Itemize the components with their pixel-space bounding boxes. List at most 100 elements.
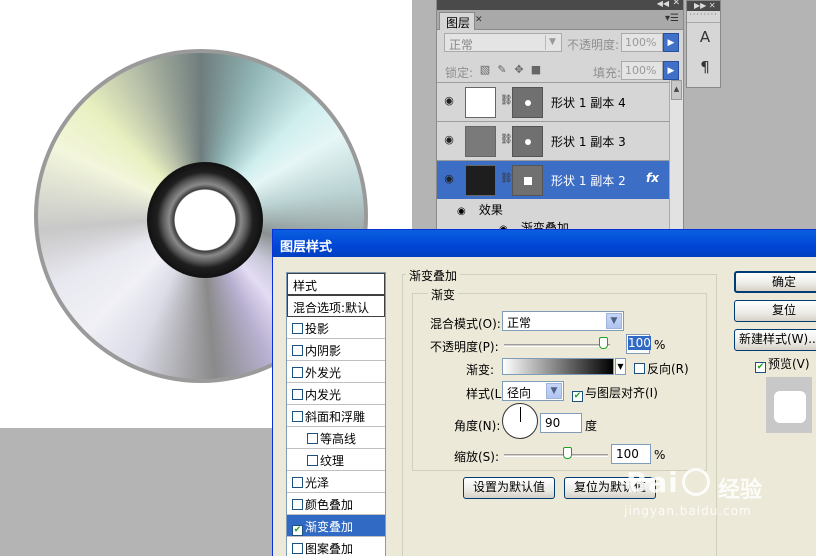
lock-brush-icon[interactable]: ✎ <box>496 64 508 76</box>
opacity-arrow-icon[interactable]: ▶ <box>663 33 679 52</box>
blend-mode-select[interactable]: 正常 ▼ <box>444 33 562 52</box>
style-checkbox[interactable]: ✔ <box>292 525 303 536</box>
scale-unit: % <box>654 448 666 462</box>
layer-row[interactable]: ◉ ⛓ 形状 1 副本 4 <box>437 82 683 121</box>
opacity-slider-thumb[interactable] <box>599 337 608 349</box>
style-checkbox[interactable] <box>292 367 303 378</box>
tab-layers[interactable]: 图层 <box>439 12 475 30</box>
make-default-button[interactable]: 设置为默认值 <box>463 477 555 499</box>
vector-mask-thumbnail[interactable] <box>512 87 543 118</box>
fill-arrow-icon[interactable]: ▶ <box>663 61 679 80</box>
tab-close-icon[interactable]: ✕ <box>475 15 483 25</box>
style-item-label: 内阴影 <box>305 344 342 358</box>
style-item[interactable]: 内发光 <box>287 383 385 405</box>
layer-thumbnail <box>465 126 496 157</box>
gradient-swatch[interactable] <box>502 358 614 375</box>
opacity-label: 不透明度: <box>567 38 620 52</box>
chevron-down-icon[interactable]: ▼ <box>615 358 626 375</box>
collapse-icon[interactable]: ◀◀ <box>657 0 669 8</box>
style-checkbox[interactable] <box>292 411 303 422</box>
style-checkbox[interactable] <box>292 477 303 488</box>
blend-mode-combo[interactable]: 正常 ▼ <box>502 311 624 331</box>
reverse-check-box[interactable] <box>634 363 645 374</box>
cd-center-ring <box>147 162 263 278</box>
grip-icon[interactable]: ········ <box>687 11 720 23</box>
panel-menu-icon[interactable]: ▾☰ <box>665 13 679 24</box>
angle-label: 角度(N): <box>454 419 501 433</box>
layer-name: 形状 1 副本 2 <box>551 174 626 188</box>
style-checkbox[interactable] <box>292 543 303 554</box>
link-icon[interactable]: ⛓ <box>500 134 513 148</box>
angle-unit: 度 <box>585 419 598 433</box>
link-icon[interactable]: ⛓ <box>500 95 513 109</box>
ok-button[interactable]: 确定 <box>734 271 816 293</box>
paragraph-icon[interactable]: ¶ <box>695 58 715 78</box>
style-item[interactable]: 投影 <box>287 317 385 339</box>
scale-slider[interactable] <box>504 454 608 457</box>
panel-title-bar: ◀◀ ✕ <box>437 0 683 10</box>
style-item[interactable]: 纹理 <box>287 449 385 471</box>
style-item[interactable]: ✔ 渐变叠加 <box>287 515 385 537</box>
scroll-up-icon[interactable]: ▲ <box>671 80 682 100</box>
preview-label: 预览(V) <box>768 357 810 371</box>
styles-header[interactable]: 样式 <box>287 273 385 295</box>
align-check-box[interactable]: ✔ <box>572 391 583 402</box>
align-label: 与图层对齐(I) <box>585 386 658 400</box>
style-checkbox[interactable] <box>292 323 303 334</box>
blend-mode-value: 正常 <box>449 38 474 52</box>
style-combo[interactable]: 径向 ▼ <box>502 381 564 401</box>
style-item-label: 纹理 <box>320 454 345 468</box>
fill-field[interactable]: 100% <box>621 61 663 80</box>
scale-slider-thumb[interactable] <box>563 447 572 459</box>
preview-check-box[interactable]: ✔ <box>755 362 766 373</box>
reverse-checkbox[interactable]: 反向(R) <box>634 360 689 377</box>
style-item[interactable]: 外发光 <box>287 361 385 383</box>
style-item[interactable]: 图案叠加 <box>287 537 385 556</box>
link-icon[interactable]: ⛓ <box>500 173 513 187</box>
panel-dock-strip: ▶▶ ✕ ········ A ¶ <box>686 0 721 88</box>
character-icon[interactable]: A <box>695 28 715 48</box>
blend-options-item[interactable]: 混合选项:默认 <box>287 295 385 317</box>
opacity-field[interactable]: 100% <box>621 33 663 52</box>
effects-row[interactable]: ◉ 效果 <box>457 201 503 219</box>
layer-row[interactable]: ◉ ⛓ 形状 1 副本 3 <box>437 121 683 160</box>
lock-move-icon[interactable]: ✥ <box>513 64 525 76</box>
layers-scrollbar[interactable]: ▲ <box>669 80 683 236</box>
angle-input[interactable]: 90 <box>540 413 582 433</box>
eye-icon[interactable]: ◉ <box>441 133 457 147</box>
style-item[interactable]: 内阴影 <box>287 339 385 361</box>
style-item[interactable]: 颜色叠加 <box>287 493 385 515</box>
angle-dial[interactable] <box>502 403 538 439</box>
style-checkbox[interactable] <box>307 455 318 466</box>
style-item[interactable]: 光泽 <box>287 471 385 493</box>
scale-label: 缩放(S): <box>454 450 500 464</box>
preview-checkbox[interactable]: ✔ 预览(V) <box>755 355 810 373</box>
style-item-label: 等高线 <box>320 432 357 446</box>
style-checkbox[interactable] <box>292 345 303 356</box>
style-checkbox[interactable] <box>307 433 318 444</box>
opacity-slider[interactable] <box>504 344 610 347</box>
align-checkbox[interactable]: ✔ 与图层对齐(I) <box>572 384 658 402</box>
close-icon[interactable]: ✕ <box>672 0 680 8</box>
style-checkbox[interactable] <box>292 389 303 400</box>
layer-name: 形状 1 副本 3 <box>551 135 626 149</box>
lock-transparent-icon[interactable]: ▧ <box>479 64 491 76</box>
eye-icon[interactable]: ◉ <box>441 172 457 186</box>
eye-icon[interactable]: ◉ <box>457 206 475 217</box>
opacity-input-value: 100 <box>628 336 651 350</box>
lock-all-icon[interactable]: ■ <box>530 64 542 76</box>
new-style-button[interactable]: 新建样式(W)... <box>734 329 816 351</box>
style-combo-value: 径向 <box>507 386 532 400</box>
vector-mask-thumbnail[interactable] <box>512 126 543 157</box>
style-item[interactable]: 等高线 <box>287 427 385 449</box>
layer-row[interactable]: ◉⛓形状 1 副本 2fx▲ <box>437 160 683 199</box>
layer-thumbnail <box>465 165 496 196</box>
style-item[interactable]: 斜面和浮雕 <box>287 405 385 427</box>
vector-mask-thumbnail[interactable] <box>512 165 543 196</box>
scale-input[interactable]: 100 <box>611 444 651 464</box>
style-checkbox[interactable] <box>292 499 303 510</box>
reset-button[interactable]: 复位 <box>734 300 816 322</box>
eye-icon[interactable]: ◉ <box>441 94 457 108</box>
opacity-input[interactable]: 100 <box>626 334 651 354</box>
fx-icon[interactable]: fx <box>646 171 659 185</box>
